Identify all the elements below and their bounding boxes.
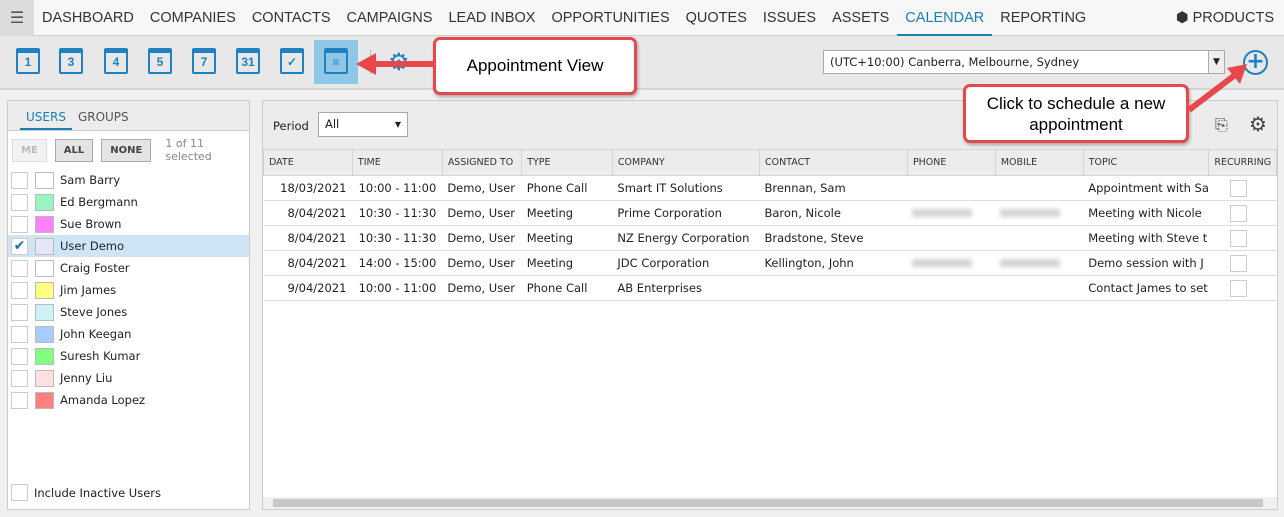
callout-arrows — [0, 0, 1284, 517]
